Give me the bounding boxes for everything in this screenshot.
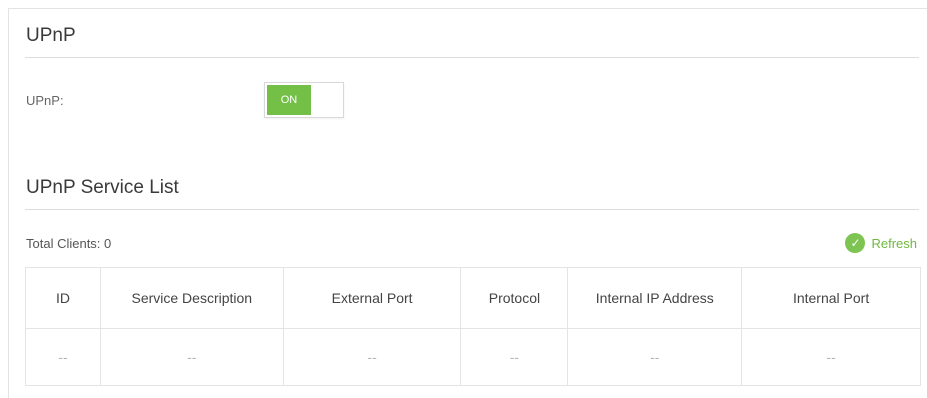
column-header-service-description: Service Description (99, 267, 284, 329)
table-cell: -- (567, 328, 743, 386)
section-divider (25, 209, 919, 210)
upnp-panel: UPnP UPnP: ON UPnP Service List Total Cl… (8, 8, 927, 398)
table-cell: -- (460, 328, 569, 386)
table-header-row: ID Service Description External Port Pro… (25, 267, 921, 329)
refresh-label: Refresh (871, 235, 917, 251)
toggle-knob (313, 85, 341, 115)
refresh-button[interactable]: ✓ Refresh (845, 233, 917, 253)
table-cell: -- (25, 328, 101, 386)
column-header-internal-ip-address: Internal IP Address (567, 267, 743, 329)
table-cell: -- (741, 328, 921, 386)
column-header-id: ID (25, 267, 101, 329)
column-header-internal-port: Internal Port (741, 267, 921, 329)
total-clients: Total Clients: 0 (26, 236, 112, 251)
upnp-toggle[interactable]: ON (264, 82, 344, 118)
refresh-icon: ✓ (845, 233, 866, 253)
toggle-on-label: ON (267, 85, 311, 115)
section-divider (25, 57, 919, 58)
table-row: -- -- -- -- -- -- (25, 328, 921, 386)
table-cell: -- (282, 328, 462, 386)
column-header-protocol: Protocol (460, 267, 569, 329)
upnp-section-title: UPnP (26, 25, 76, 46)
upnp-field-label: UPnP: (26, 93, 64, 108)
column-header-external-port: External Port (282, 267, 462, 329)
table-cell: -- (99, 328, 284, 386)
service-list-title: UPnP Service List (26, 177, 179, 198)
service-table: ID Service Description External Port Pro… (25, 267, 921, 386)
